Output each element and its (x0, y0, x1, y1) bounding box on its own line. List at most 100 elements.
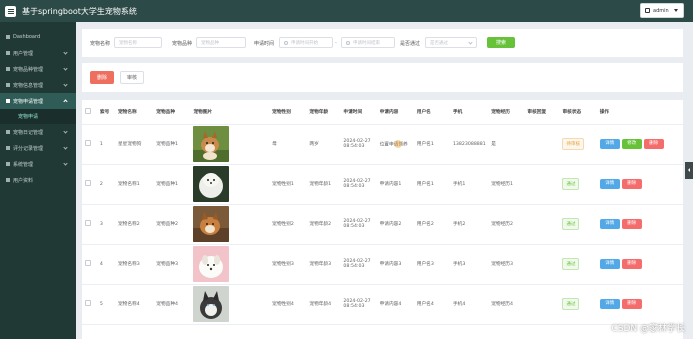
detail-button[interactable]: 详情 (599, 299, 620, 309)
detail-button[interactable]: 详情 (599, 139, 620, 149)
pet-photo[interactable] (193, 246, 230, 282)
col-reply: 审核回复 (524, 100, 560, 125)
user-icon (645, 8, 650, 13)
delete-button[interactable]: 删除 (621, 299, 642, 309)
row-pet-name: 星星宠物狗 (114, 124, 154, 165)
table-header-row: 索号 宠物名称 宠物品种 宠物图片 宠物性别 宠物年龄 申请时间 申请内容 用户… (82, 100, 683, 125)
delete-button[interactable]: 删除 (621, 219, 642, 229)
row-phone: 手机3 (449, 244, 489, 285)
sidebar-item-system[interactable]: 系统管理 (0, 156, 76, 172)
top-bar: 基于springboot大学生宠物系统 admin (0, 0, 693, 22)
col-pet-image: 宠物图片 (190, 100, 270, 125)
sidebar-item-label: 宠物日记管理 (13, 129, 44, 136)
col-apply-content: 申请内容 (376, 100, 414, 125)
detail-button[interactable]: 详情 (599, 219, 620, 229)
row-pet-breed: 宠物品种1 (153, 124, 191, 165)
chevron-down-icon (63, 66, 68, 71)
detail-button[interactable]: 详情 (599, 259, 620, 269)
user-name: admin (653, 7, 669, 14)
sidebar-item-ratings[interactable]: 评分记录管理 (0, 140, 76, 156)
row-gender: 宠物性别4 (269, 284, 307, 325)
search-panel: 宠物名称 宠物名称 宠物品种 宠物品种 申请时间 申请时间开始 - 申请时间结束… (82, 29, 683, 57)
row-checkbox[interactable] (85, 180, 91, 186)
sidebar-item-label: 宠物信息管理 (13, 82, 44, 89)
row-checkbox[interactable] (85, 140, 91, 146)
select-all-checkbox[interactable] (85, 107, 91, 114)
sidebar-item-label: 评分记录管理 (13, 145, 44, 152)
chevron-down-icon (63, 161, 68, 166)
row-apply-time: 2024-02-27 08:54:03 (340, 164, 377, 205)
sidebar-item-diary[interactable]: 宠物日记管理 (0, 124, 76, 140)
row-username: 用户名4 (413, 284, 450, 325)
pet-photo[interactable] (193, 166, 230, 202)
action-bar: 删除 审核 (82, 63, 683, 92)
pet-photo[interactable] (193, 126, 230, 162)
detail-button[interactable]: 详情 (599, 179, 620, 189)
cursor-highlight (393, 140, 402, 148)
breed-icon (6, 67, 10, 71)
side-panel-toggle[interactable] (685, 162, 693, 179)
delete-button[interactable]: 删除 (621, 179, 642, 189)
sidebar-item-users[interactable]: 用户管理 (0, 45, 76, 61)
user-dropdown[interactable]: admin (640, 3, 684, 18)
row-pet-name: 宠物名称3 (114, 244, 154, 285)
row-phone: 手机2 (449, 204, 489, 245)
sidebar-item-breeds[interactable]: 宠物品种管理 (0, 61, 76, 77)
pet-breed-input[interactable]: 宠物品种 (196, 37, 246, 48)
caret-down-icon (673, 9, 678, 12)
table-row: 3 宠物名称2 宠物品种2 宠物性别2 宠物年龄2 2024-02-27 08:… (82, 204, 683, 245)
batch-delete-button[interactable]: 删除 (90, 71, 114, 84)
sidebar-item-pet-info[interactable]: 宠物信息管理 (0, 77, 76, 93)
sidebar-item-label: Dashboard (13, 34, 41, 40)
table-row: 1 星星宠物狗 宠物品种1 母 两岁 2024-02-27 08:54:03 位… (82, 124, 683, 165)
apply-end-date[interactable]: 申请时间结束 (341, 37, 395, 48)
delete-button[interactable]: 删除 (643, 139, 664, 149)
chevron-down-icon (63, 145, 68, 150)
row-reply (524, 244, 560, 285)
chevron-up-icon (63, 99, 68, 104)
clock-icon (346, 40, 350, 45)
row-reply (524, 164, 560, 205)
delete-button[interactable]: 删除 (621, 259, 642, 269)
row-checkbox[interactable] (85, 260, 91, 266)
table-row: 4 宠物名称3 宠物品种3 宠物性别3 宠物年龄3 2024-02-27 08:… (82, 244, 683, 285)
apply-start-date[interactable]: 申请时间开始 (279, 37, 333, 48)
status-badge: 待审核 (562, 138, 584, 150)
users-icon (6, 51, 10, 55)
col-username: 用户名 (413, 100, 450, 125)
pet-photo[interactable] (193, 206, 230, 242)
row-username: 用户名3 (413, 244, 450, 285)
row-checkbox[interactable] (85, 220, 91, 226)
edit-button[interactable]: 修改 (621, 139, 642, 149)
pet-name-input[interactable]: 宠物名称 (114, 37, 162, 48)
profile-icon (6, 178, 10, 182)
rating-icon (6, 146, 10, 150)
row-gender: 母 (269, 124, 307, 165)
passed-label: 是否通过 (400, 41, 421, 47)
row-apply-time: 2024-02-27 08:54:03 (340, 284, 377, 325)
status-badge: 通过 (562, 218, 580, 230)
sidebar-item-applications[interactable]: 宠物申请管理 (0, 93, 76, 109)
menu-toggle-icon[interactable] (5, 5, 16, 17)
row-experience: 宠物经历2 (488, 204, 525, 245)
row-checkbox[interactable] (85, 300, 91, 306)
row-pet-name: 宠物名称2 (114, 204, 154, 245)
main-content: 宠物名称 宠物名称 宠物品种 宠物品种 申请时间 申请时间开始 - 申请时间结束… (76, 22, 693, 339)
sidebar-item-profile[interactable]: 用户资料 (0, 172, 76, 188)
passed-select[interactable]: 是否通过 (425, 37, 477, 48)
search-button[interactable]: 搜索 (487, 37, 515, 48)
apply-time-label: 申请时间 (254, 41, 275, 47)
table-row: 2 宠物名称1 宠物品种1 宠物性别1 宠物年龄1 2024-02-27 08:… (82, 164, 683, 205)
col-pet-age: 宠物年龄 (306, 100, 341, 125)
pet-photo[interactable] (193, 286, 230, 322)
clock-icon (284, 40, 288, 45)
audit-button[interactable]: 审核 (120, 71, 144, 84)
sidebar-subitem-apply[interactable]: 宠物申请 (0, 109, 76, 124)
sidebar-item-label: 宠物申请管理 (13, 98, 44, 105)
sidebar-item-dashboard[interactable]: Dashboard (0, 29, 76, 45)
row-pet-name: 宠物名称4 (114, 284, 154, 325)
row-phone: 手机4 (449, 284, 489, 325)
status-badge: 通过 (562, 178, 580, 190)
row-pet-breed: 宠物品种2 (153, 204, 191, 245)
row-experience: 宠物经历1 (488, 164, 525, 205)
